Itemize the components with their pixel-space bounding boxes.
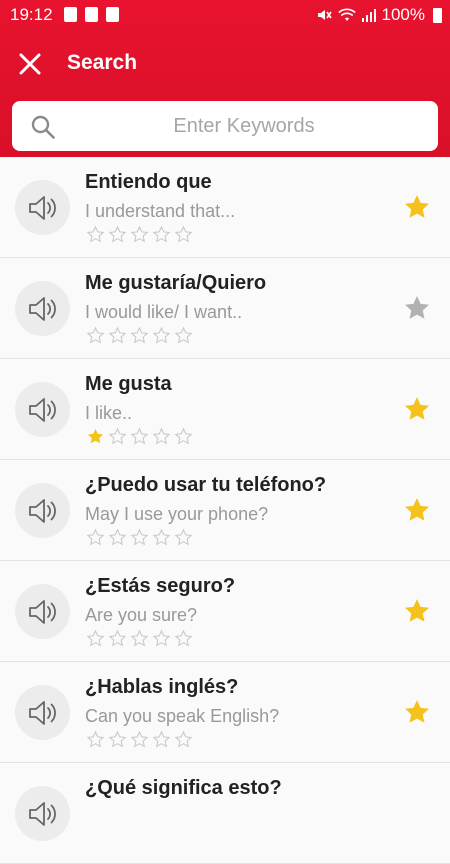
rating-star-icon[interactable] (86, 629, 105, 648)
phrase-row[interactable]: Me gustaría/Quiero I would like/ I want.. (0, 258, 450, 359)
status-right: 100% (316, 5, 442, 25)
speaker-icon (28, 599, 56, 624)
rating-star-icon[interactable] (130, 225, 149, 244)
phrase-row[interactable]: ¿Puedo usar tu teléfono? May I use your p… (0, 460, 450, 561)
speaker-icon (28, 296, 56, 321)
rating-star-icon[interactable] (108, 528, 127, 547)
phrase-row[interactable]: ¿Hablas inglés? Can you speak English? (0, 662, 450, 763)
speaker-icon (28, 397, 56, 422)
phrase-text: Entiendo que (85, 171, 212, 193)
status-bar: 19:12 100% (0, 0, 450, 30)
rating-star-icon[interactable] (130, 427, 149, 446)
wifi-icon (337, 8, 356, 21)
rating-stars[interactable] (86, 528, 193, 547)
rating-star-icon[interactable] (108, 629, 127, 648)
search-box[interactable] (12, 101, 438, 151)
speaker-icon (28, 700, 56, 725)
phrase-text: ¿Puedo usar tu teléfono? (85, 474, 327, 496)
translation-text: I understand that... (85, 201, 236, 221)
play-audio-button[interactable] (15, 584, 70, 639)
speaker-icon (28, 801, 56, 826)
rating-star-icon[interactable] (108, 225, 127, 244)
rating-star-icon[interactable] (174, 629, 193, 648)
rating-star-icon[interactable] (174, 427, 193, 446)
rating-star-icon[interactable] (152, 326, 171, 345)
phrase-row[interactable]: ¿Estás seguro? Are you sure? (0, 561, 450, 662)
rating-star-icon[interactable] (174, 326, 193, 345)
favorite-star-icon[interactable] (402, 394, 432, 424)
rating-star-icon[interactable] (174, 528, 193, 547)
page-title: Search (67, 51, 138, 74)
search-icon (31, 115, 55, 139)
rating-stars[interactable] (86, 427, 193, 446)
calendar-icon (106, 7, 119, 22)
phrase-text: Me gustaría/Quiero (85, 272, 267, 294)
app-notification-icon (85, 7, 98, 22)
rating-star-icon[interactable] (86, 427, 105, 446)
rating-star-icon[interactable] (130, 326, 149, 345)
battery-level: 100% (381, 5, 425, 24)
translation-text: I would like/ I want.. (85, 302, 243, 322)
rating-star-icon[interactable] (152, 629, 171, 648)
mute-icon (317, 10, 332, 20)
translation-text: Are you sure? (85, 605, 198, 625)
rating-stars[interactable] (86, 629, 193, 648)
favorite-star-icon[interactable] (402, 293, 432, 323)
rating-star-icon[interactable] (130, 629, 149, 648)
play-audio-button[interactable] (15, 180, 70, 235)
play-audio-button[interactable] (15, 786, 70, 841)
status-time: 19:12 (10, 5, 53, 24)
play-audio-button[interactable] (15, 685, 70, 740)
phrase-list: Entiendo que I understand that... Me gusta… (0, 157, 450, 864)
rating-star-icon[interactable] (86, 730, 105, 749)
rating-star-icon[interactable] (152, 225, 171, 244)
rating-stars[interactable] (86, 326, 193, 345)
phrase-text: ¿Hablas inglés? (85, 676, 239, 698)
phrase-text: Me gusta (85, 373, 172, 395)
play-audio-button[interactable] (15, 483, 70, 538)
phrase-row[interactable]: Me gusta I like.. (0, 359, 450, 460)
rating-star-icon[interactable] (86, 326, 105, 345)
rating-star-icon[interactable] (130, 730, 149, 749)
rating-star-icon[interactable] (152, 427, 171, 446)
play-audio-button[interactable] (15, 382, 70, 437)
notification-icons (64, 7, 119, 22)
signal-icon (361, 9, 376, 22)
translation-text: Can you speak English? (85, 706, 280, 726)
battery-icon (433, 7, 442, 23)
rating-star-icon[interactable] (174, 730, 193, 749)
rating-star-icon[interactable] (152, 528, 171, 547)
phrase-row[interactable]: Entiendo que I understand that... (0, 157, 450, 258)
rating-stars[interactable] (86, 730, 193, 749)
close-button[interactable] (12, 46, 48, 82)
rating-star-icon[interactable] (152, 730, 171, 749)
translation-text: May I use your phone? (85, 504, 269, 524)
speaker-icon (28, 498, 56, 523)
shopping-bag-icon (64, 7, 77, 22)
rating-star-icon[interactable] (174, 225, 193, 244)
phrase-row[interactable]: ¿Qué significa esto? (0, 763, 450, 864)
phrase-text: ¿Qué significa esto? (85, 777, 282, 799)
toolbar: Search (0, 36, 450, 92)
translation-text: I like.. (85, 403, 133, 423)
rating-star-icon[interactable] (108, 326, 127, 345)
rating-star-icon[interactable] (86, 528, 105, 547)
rating-star-icon[interactable] (108, 730, 127, 749)
rating-stars[interactable] (86, 225, 193, 244)
app-header: 19:12 100% Search (0, 0, 450, 157)
phrase-text: ¿Estás seguro? (85, 575, 236, 597)
play-audio-button[interactable] (15, 281, 70, 336)
favorite-star-icon[interactable] (402, 495, 432, 525)
close-icon (19, 53, 41, 75)
rating-star-icon[interactable] (108, 427, 127, 446)
search-input[interactable] (64, 101, 424, 151)
favorite-star-icon[interactable] (402, 192, 432, 222)
rating-star-icon[interactable] (86, 225, 105, 244)
favorite-star-icon[interactable] (402, 596, 432, 626)
rating-star-icon[interactable] (130, 528, 149, 547)
favorite-star-icon[interactable] (402, 697, 432, 727)
speaker-icon (28, 195, 56, 220)
